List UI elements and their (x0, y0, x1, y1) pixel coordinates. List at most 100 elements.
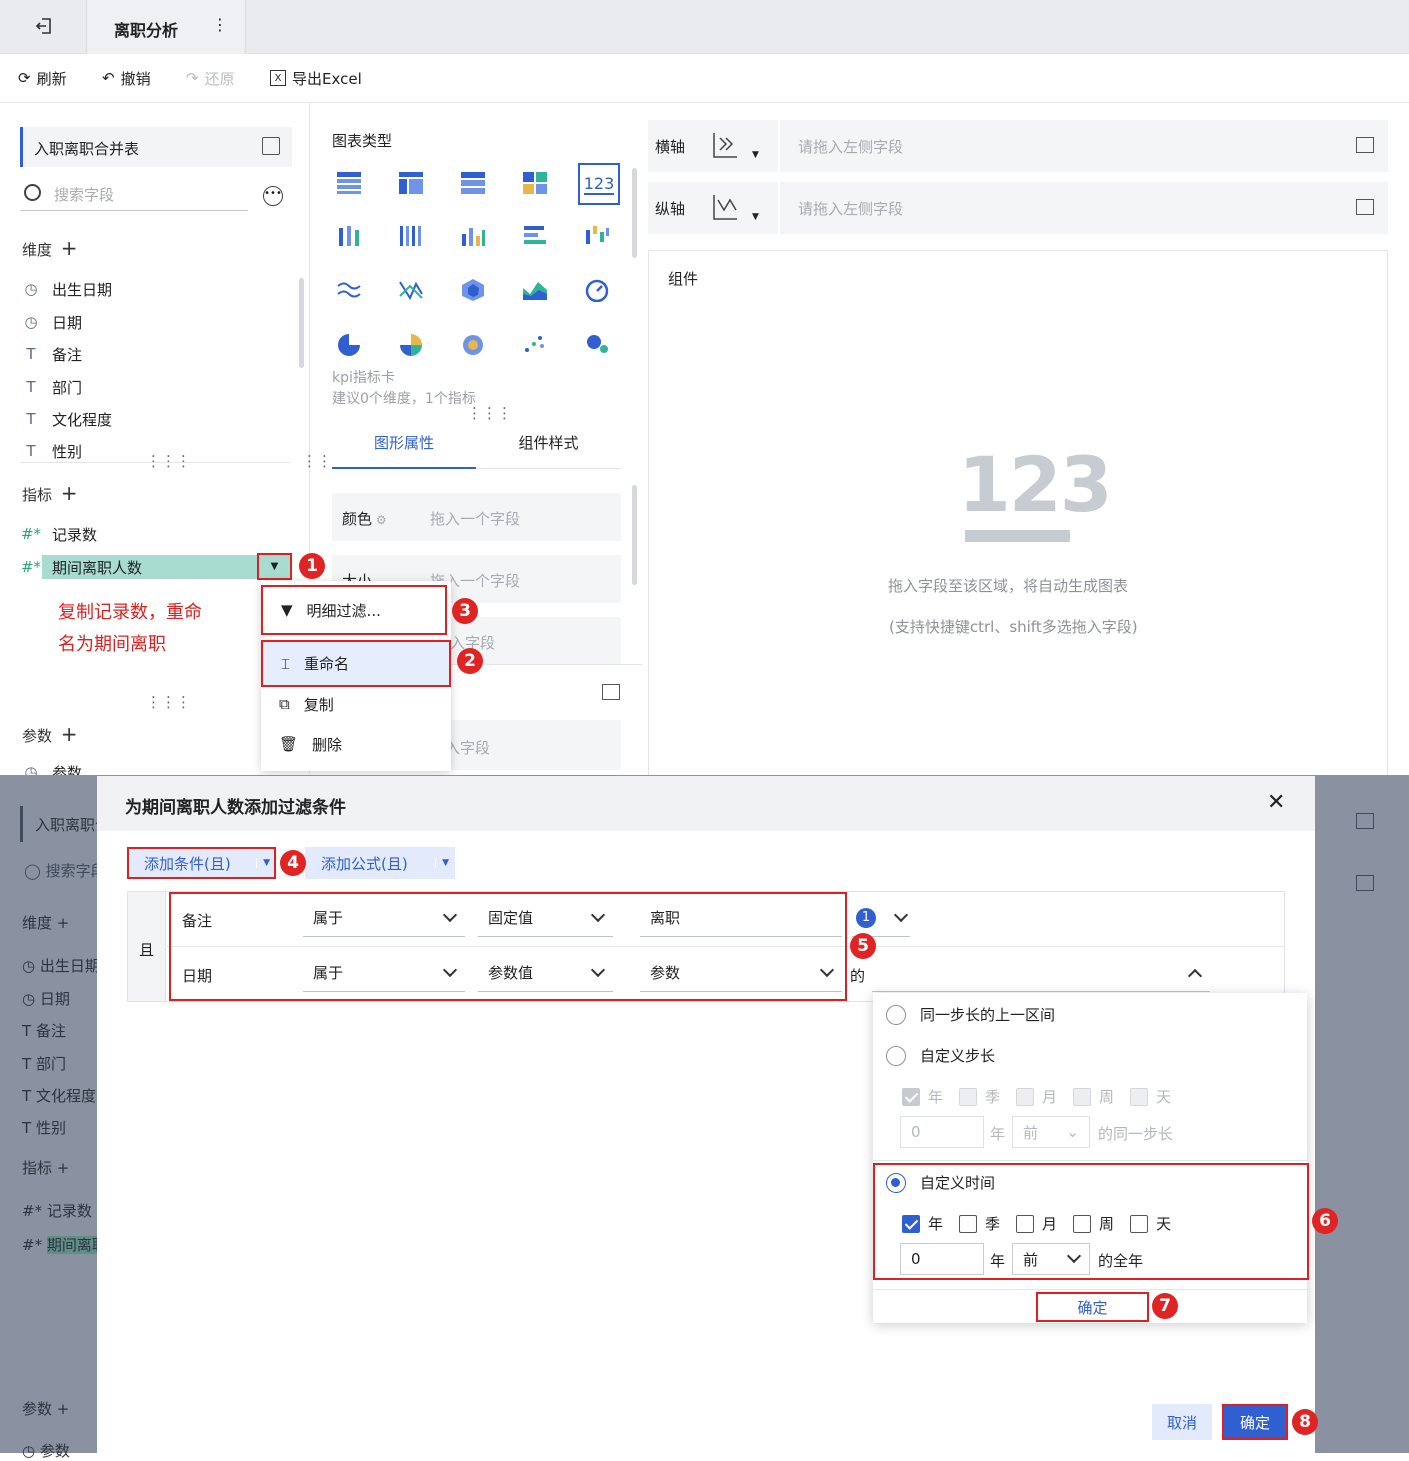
checkbox-week[interactable] (1073, 1214, 1092, 1233)
time-direction-select[interactable]: 前 (1012, 1243, 1090, 1275)
checkbox-month[interactable] (1016, 1214, 1035, 1233)
more-icon[interactable]: ⋮ (212, 15, 228, 34)
add-dimension-icon[interactable]: + (61, 236, 78, 260)
checkbox-quarter[interactable] (959, 1087, 978, 1106)
time-number-input[interactable]: 0 (900, 1243, 984, 1275)
menu-item-copy[interactable]: ⧉ 复制 (261, 684, 451, 724)
close-icon[interactable]: ✕ (1267, 790, 1285, 815)
undo-button[interactable]: ↶ 撤销 (102, 68, 151, 88)
sunburst-icon[interactable] (456, 327, 490, 361)
checkbox-year[interactable] (902, 1214, 920, 1233)
redo-button[interactable]: ↷ 还原 (186, 68, 235, 88)
clear-icon[interactable] (602, 684, 620, 700)
waterfall-icon[interactable] (580, 219, 614, 253)
add-formula-caret-icon[interactable]: ▼ (435, 858, 449, 868)
menu-item-detail-filter[interactable]: ▼ 明细过滤... (261, 585, 447, 635)
table-chart-icon[interactable] (332, 165, 366, 199)
resize-handle[interactable]: ⋮⋮⋮ (146, 452, 191, 470)
param-heading: 参数 + (22, 722, 78, 746)
measure-heading: 指标 + (22, 481, 78, 505)
area-chart-icon[interactable] (518, 273, 552, 307)
measure-item[interactable]: #* 记录数 (21, 522, 97, 546)
option-custom-time[interactable]: 自定义时间 (886, 1172, 995, 1193)
param-select[interactable]: 参数 (640, 954, 842, 992)
y-axis-clear-icon[interactable] (1356, 199, 1374, 215)
add-condition-caret-icon[interactable]: ▼ (256, 858, 270, 868)
time-range-select[interactable] (872, 954, 1210, 992)
props-scrollbar[interactable] (632, 485, 637, 585)
add-formula-button[interactable]: 添加公式(且) ▼ (305, 847, 455, 879)
left-scrollbar[interactable] (299, 278, 304, 368)
operator-select[interactable]: 属于 (303, 954, 465, 992)
grouped-table-icon[interactable] (518, 165, 552, 199)
value-count-select[interactable]: 1 (852, 899, 910, 937)
measure-dropdown-button[interactable]: ▼ (257, 553, 292, 580)
tab-shape-props[interactable]: 图形属性 (332, 422, 476, 469)
checkbox-year[interactable] (902, 1087, 920, 1106)
step-direction-select[interactable]: 前 ⌄ (1012, 1116, 1090, 1148)
operator-select[interactable]: 属于 (303, 899, 465, 937)
radar-line-icon[interactable] (394, 273, 428, 307)
color-drop-hint: 拖入一个字段 (430, 510, 521, 528)
pie-chart-icon[interactable] (332, 327, 366, 361)
scatter-icon[interactable] (518, 327, 552, 361)
dimension-item[interactable]: T 性别 (22, 439, 82, 463)
checkbox-month[interactable] (1016, 1087, 1035, 1106)
radar-chart-icon[interactable] (456, 273, 490, 307)
step-badge-8: 8 (1292, 1409, 1318, 1435)
add-condition-button[interactable]: 添加条件(且) ▼ (127, 847, 276, 879)
x-axis-clear-icon[interactable] (1356, 137, 1374, 153)
resize-handle[interactable]: ⋮⋮⋮ (467, 404, 512, 422)
step-number-input[interactable]: 0 (900, 1116, 984, 1148)
checkbox-quarter[interactable] (959, 1214, 978, 1233)
menu-item-rename[interactable]: ⌶ 重命名 (261, 640, 451, 687)
detail-table-icon[interactable] (456, 165, 490, 199)
dimension-item[interactable]: ◷ 出生日期 (22, 277, 112, 301)
rose-chart-icon[interactable] (394, 327, 428, 361)
line-chart-icon[interactable] (332, 273, 366, 307)
dimension-item[interactable]: ◷ 日期 (22, 310, 82, 334)
ok-button[interactable]: 确定 (1222, 1404, 1288, 1440)
checkbox-day[interactable] (1130, 1214, 1149, 1233)
checkbox-day[interactable] (1130, 1087, 1149, 1106)
option-previous-interval[interactable]: 同一步长的上一区间 (886, 1004, 1055, 1025)
value-select[interactable]: 离职 (640, 899, 842, 937)
switch-table-icon[interactable] (262, 137, 280, 155)
clock-icon: ◷ (24, 280, 38, 298)
gauge-icon[interactable] (580, 273, 614, 307)
refresh-button[interactable]: ⟳ 刷新 (18, 68, 67, 88)
y-axis-icon[interactable] (712, 194, 738, 220)
add-measure-icon[interactable]: + (61, 481, 78, 505)
kpi-card-icon[interactable]: 123 (578, 163, 620, 205)
menu-item-delete[interactable]: 🗑 删除 (261, 724, 451, 764)
tab-component-style[interactable]: 组件样式 (476, 422, 621, 469)
checkbox-week[interactable] (1073, 1087, 1092, 1106)
x-axis-caret-icon[interactable]: ▼ (752, 150, 759, 160)
bubble-icon[interactable] (580, 327, 614, 361)
dimension-item[interactable]: T 备注 (22, 342, 82, 366)
value-type-select[interactable]: 固定值 (478, 899, 613, 937)
option-custom-step[interactable]: 自定义步长 (886, 1045, 995, 1066)
cancel-button[interactable]: 取消 (1152, 1404, 1212, 1440)
bar-chart-icon[interactable] (332, 219, 366, 253)
step-badge-6: 6 (1312, 1208, 1338, 1234)
add-param-icon[interactable]: + (61, 722, 78, 746)
export-button[interactable]: X 导出Excel (270, 68, 362, 88)
column-chart-icon[interactable] (456, 219, 490, 253)
y-axis-caret-icon[interactable]: ▼ (752, 212, 759, 222)
chart-type-scrollbar[interactable] (632, 168, 637, 258)
measure-item[interactable]: #* 期间离职人数 (21, 555, 142, 579)
chevron-down-icon (819, 962, 835, 977)
popup-confirm-button[interactable]: 确定 (1036, 1292, 1149, 1322)
resize-handle[interactable]: ⋮⋮⋮ (146, 693, 191, 711)
more-options-icon[interactable]: ••• (263, 186, 283, 206)
horizontal-bar-icon[interactable] (518, 219, 552, 253)
dimension-item[interactable]: T 文化程度 (22, 407, 112, 431)
exit-icon[interactable] (34, 16, 54, 36)
value-type-select[interactable]: 参数值 (478, 954, 613, 992)
cross-table-icon[interactable] (394, 165, 428, 199)
stacked-bar-icon[interactable] (394, 219, 428, 253)
dimension-item[interactable]: T 部门 (22, 375, 82, 399)
x-axis-icon[interactable] (712, 132, 738, 158)
resize-handle[interactable]: ⋮⋮ (302, 452, 332, 470)
